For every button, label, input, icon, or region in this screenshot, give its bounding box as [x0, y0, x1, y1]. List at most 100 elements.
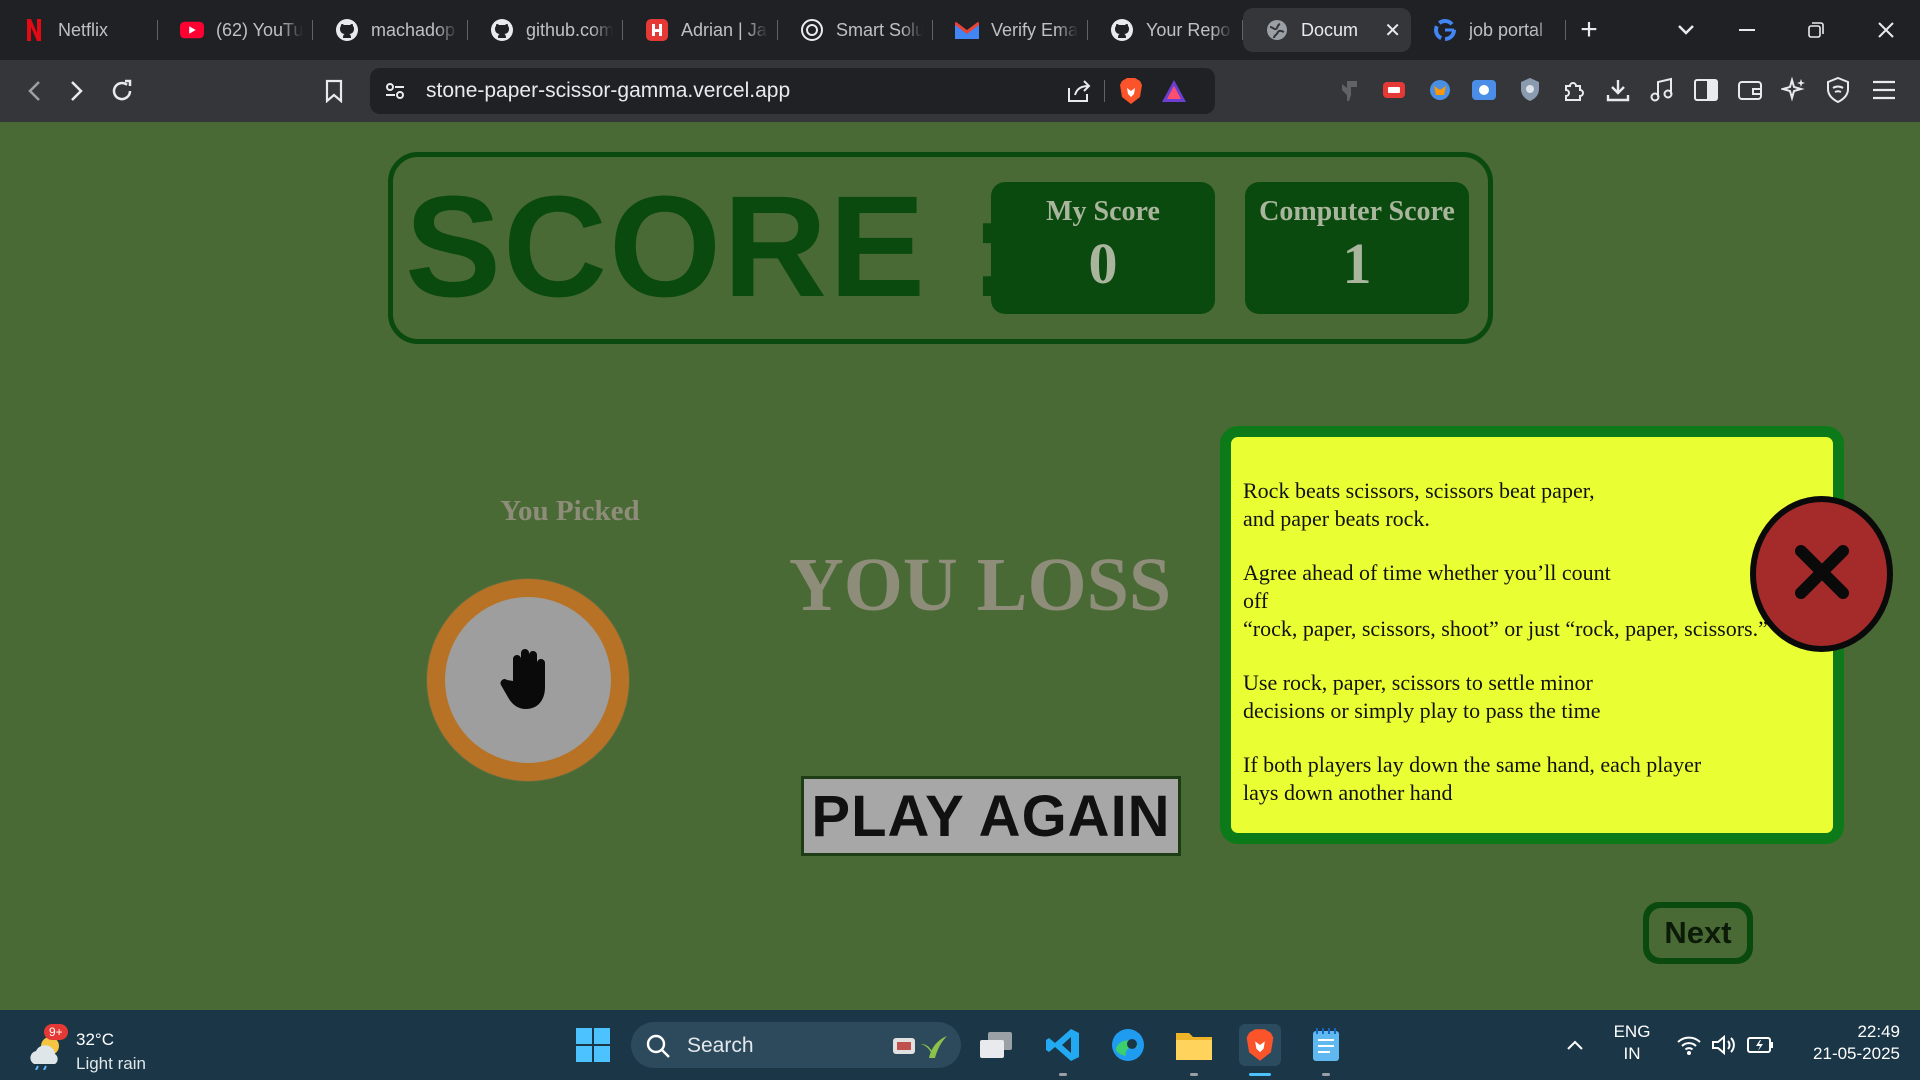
search-icon	[645, 1033, 671, 1065]
tab-document[interactable]: Docum ✕	[1243, 8, 1411, 52]
scoreboard: SCORE : My Score 0 Computer Score 1	[388, 152, 1493, 344]
taskbar-active-indicator	[1249, 1073, 1271, 1076]
google-icon	[1433, 18, 1457, 42]
game-page: SCORE : My Score 0 Computer Score 1 You …	[0, 122, 1920, 1010]
divider	[1104, 80, 1105, 102]
windows-taskbar: 9+ 32°C Light rain Search ENG IN 22:49 2…	[0, 1010, 1920, 1080]
my-score-value: 0	[1088, 231, 1118, 296]
extension-dino-icon[interactable]	[1334, 74, 1366, 106]
clock-date: 21-05-2025	[1813, 1044, 1900, 1063]
edge-icon[interactable]	[1107, 1024, 1149, 1066]
tab-verify-email[interactable]: Verify Ema	[933, 8, 1088, 52]
youtube-icon	[180, 18, 204, 42]
url-text: stone-paper-scissor-gamma.vercel.app	[426, 79, 791, 102]
battery-icon[interactable]	[1740, 1024, 1782, 1066]
rule-paragraph: If both players lay down the same hand, …	[1243, 751, 1823, 807]
new-tab-button[interactable]: +	[1566, 8, 1612, 52]
brave-taskbar-icon[interactable]	[1239, 1024, 1281, 1066]
my-score-card: My Score 0	[991, 182, 1215, 314]
tab-github-machadop[interactable]: machadop	[313, 8, 468, 52]
bookmark-icon[interactable]	[312, 69, 356, 113]
rule-paragraph: Rock beats scissors, scissors beat paper…	[1243, 477, 1823, 533]
rule-line: Use rock, paper, scissors to settle mino…	[1243, 670, 1593, 695]
wallet-icon[interactable]	[1734, 74, 1766, 106]
restore-button[interactable]	[1782, 0, 1850, 60]
tab-smart-solu[interactable]: Smart Solu	[778, 8, 933, 52]
next-label: Next	[1649, 908, 1747, 958]
address-bar[interactable]: stone-paper-scissor-gamma.vercel.app	[370, 68, 1215, 114]
rule-paragraph: Use rock, paper, scissors to settle mino…	[1243, 669, 1823, 725]
tab-search-chevron-icon[interactable]	[1652, 0, 1720, 60]
adrian-icon	[645, 18, 669, 42]
rule-line: lays down another hand	[1243, 780, 1453, 805]
site-settings-icon[interactable]	[384, 80, 406, 107]
clock[interactable]: 22:49 21-05-2025	[1788, 1022, 1900, 1064]
media-music-icon[interactable]	[1646, 74, 1678, 106]
you-picked-label: You Picked	[500, 495, 640, 527]
score-title: SCORE :	[405, 166, 1020, 327]
computer-score-label: Computer Score	[1259, 196, 1455, 227]
back-button[interactable]	[12, 69, 56, 113]
search-label: Search	[687, 1034, 754, 1057]
minimize-button[interactable]	[1713, 0, 1781, 60]
rule-line: off	[1243, 588, 1269, 613]
vscode-icon[interactable]	[1042, 1024, 1084, 1066]
next-button[interactable]: Next	[1643, 902, 1753, 964]
weather-temp: 32°C	[76, 1030, 114, 1049]
close-rules-button[interactable]	[1750, 496, 1893, 652]
netflix-icon	[22, 18, 46, 42]
play-again-button[interactable]: PLAY AGAIN	[801, 776, 1181, 856]
gmail-icon	[955, 18, 979, 42]
picked-choice-circle	[427, 579, 629, 781]
tab-your-repo[interactable]: Your Repo	[1088, 8, 1243, 52]
close-window-button[interactable]	[1852, 0, 1920, 60]
picked-choice-inner	[445, 597, 611, 763]
globe-icon	[1265, 18, 1289, 42]
computer-score-value: 1	[1342, 231, 1372, 296]
rule-line: and paper beats rock.	[1243, 506, 1430, 531]
file-explorer-icon[interactable]	[1173, 1024, 1215, 1066]
tab-adrian[interactable]: Adrian | Ja	[623, 8, 778, 52]
extension-record-icon[interactable]	[1378, 74, 1410, 106]
weather-badge: 9+	[44, 1024, 68, 1040]
extension-shield-icon[interactable]	[1514, 74, 1546, 106]
close-tab-icon[interactable]: ✕	[1384, 18, 1401, 43]
clock-time: 22:49	[1857, 1022, 1900, 1041]
tab-netflix[interactable]: Netflix	[0, 8, 158, 52]
extensions-puzzle-icon[interactable]	[1558, 74, 1590, 106]
reload-button[interactable]	[100, 69, 144, 113]
rule-line: Rock beats scissors, scissors beat paper…	[1243, 478, 1595, 503]
rule-line: Agree ahead of time whether you’ll count	[1243, 560, 1611, 585]
tab-github-com[interactable]: github.com	[468, 8, 623, 52]
brave-shields-icon[interactable]	[1118, 77, 1144, 110]
menu-icon[interactable]	[1868, 74, 1900, 106]
taskbar-running-indicator	[1322, 1073, 1330, 1076]
language-indicator[interactable]: ENG IN	[1606, 1022, 1658, 1064]
vpn-icon[interactable]	[1822, 74, 1854, 106]
browser-tab-strip: Netflix (62) YouTube machadop github.com…	[0, 0, 1920, 60]
forward-button[interactable]	[55, 69, 99, 113]
volume-icon[interactable]	[1703, 1024, 1745, 1066]
my-score-label: My Score	[1046, 196, 1160, 227]
tab-youtube[interactable]: (62) YouTube	[158, 8, 313, 52]
leo-ai-icon[interactable]	[1778, 74, 1810, 106]
notepad-icon[interactable]	[1305, 1024, 1347, 1066]
extension-screen-icon[interactable]	[1468, 74, 1500, 106]
github-icon	[335, 18, 359, 42]
taskbar-search[interactable]: Search	[631, 1022, 961, 1068]
taskbar-running-indicator	[1190, 1073, 1198, 1076]
downloads-icon[interactable]	[1602, 74, 1634, 106]
browser-toolbar: stone-paper-scissor-gamma.vercel.app	[0, 60, 1920, 122]
tray-chevron-up-icon[interactable]	[1554, 1024, 1596, 1066]
sidebar-icon[interactable]	[1690, 74, 1722, 106]
brave-rewards-icon[interactable]	[1160, 78, 1188, 109]
windows-start-icon[interactable]	[572, 1024, 614, 1066]
github-icon	[1110, 18, 1134, 42]
extension-fox-icon[interactable]	[1424, 74, 1456, 106]
openai-icon	[800, 18, 824, 42]
search-highlight-icon	[889, 1028, 951, 1068]
share-icon[interactable]	[1066, 78, 1092, 109]
task-view-icon[interactable]	[975, 1024, 1017, 1066]
tab-job-portal[interactable]: job portal	[1411, 8, 1566, 52]
github-icon	[490, 18, 514, 42]
